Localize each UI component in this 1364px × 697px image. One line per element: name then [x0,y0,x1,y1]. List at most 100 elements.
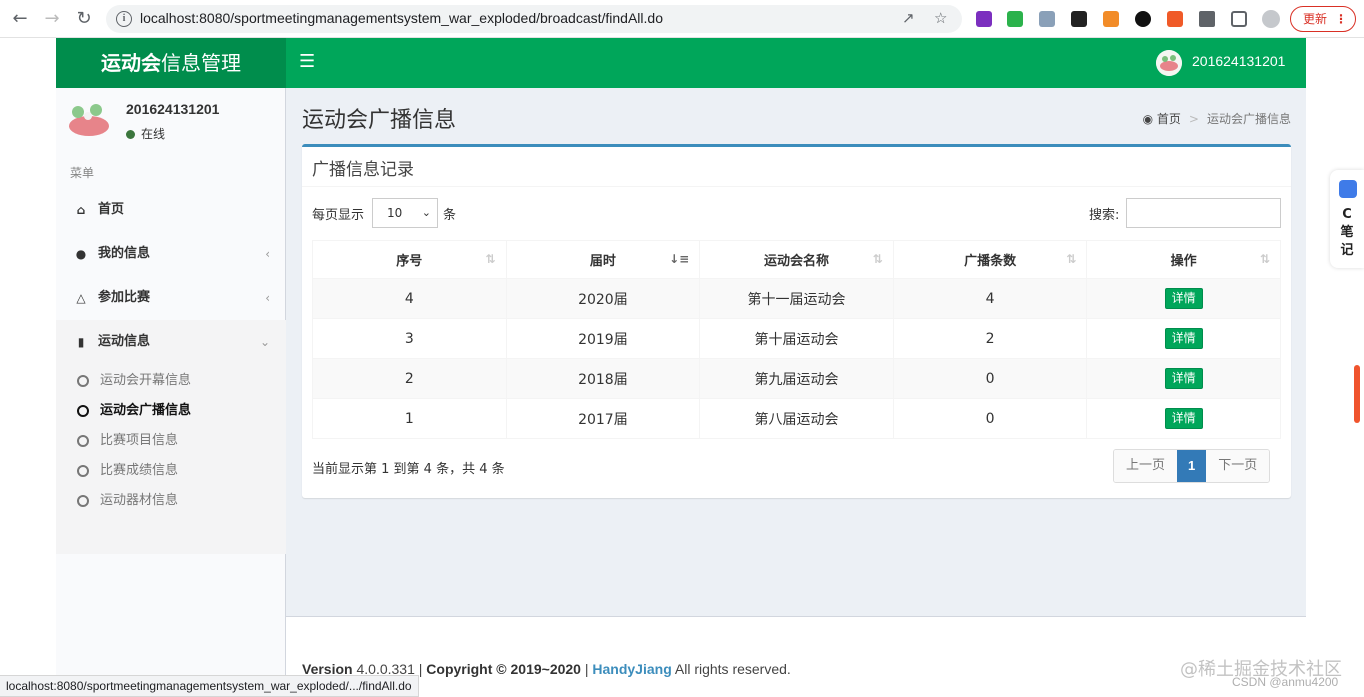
side-panel-icon[interactable] [1231,11,1247,27]
update-button[interactable]: 更新 ⋮ [1290,6,1356,32]
submenu-item-equipment[interactable]: 运动器材信息 [56,486,286,516]
content-wrapper: 运动会广播信息 ◉ 首页 > 运动会广播信息 广播信息记录 每页显示 10 ⌄ 条 搜… [286,88,1306,648]
cell-session: 2017届 [505,398,701,439]
detail-button[interactable]: 详情 [1164,328,1203,349]
url-text[interactable]: localhost:8080/sportmeetingmanagementsys… [140,10,663,26]
submenu-item-broadcast[interactable]: 运动会广播信息 [56,396,286,426]
detail-button[interactable]: 详情 [1164,408,1203,429]
user-panel: 201624131201 在线 [56,88,286,158]
header-label: 运动会名称 [763,254,829,269]
search-input[interactable] [1126,198,1281,228]
column-header-count[interactable]: 广播条数 ⇅ [892,240,1088,279]
sidebar-item-home[interactable]: ⌂ 首页 [56,188,286,232]
circle-icon [77,405,89,417]
extension-chat-icon[interactable] [1007,11,1023,27]
site-info-icon[interactable]: i [116,11,132,27]
next-page-button[interactable]: 下一页 [1206,450,1270,482]
address-bar[interactable]: i localhost:8080/sportmeetingmanagements… [106,5,962,33]
detail-button[interactable]: 详情 [1164,368,1203,389]
page-1-button[interactable]: 1 [1177,450,1207,482]
chevron-down-icon: ⌄ [421,206,431,219]
page-length-label: 每页显示 [312,208,365,223]
sidebar-item-sport-info[interactable]: ▮ 运动信息 ⌄ [56,320,286,364]
detail-button[interactable]: 详情 [1164,288,1203,309]
cell-name: 第八届运动会 [699,398,894,439]
author-link[interactable]: HandyJiang [592,661,671,677]
column-header-action[interactable]: 操作 ⇅ [1086,240,1281,279]
dashboard-icon: ◉ [1142,112,1154,126]
page-length-select[interactable]: 10 ⌄ [372,198,438,228]
bookmark-star-icon[interactable]: ☆ [934,9,947,27]
submenu-item-results[interactable]: 比赛成绩信息 [56,456,286,486]
sidebar-item-my-info[interactable]: ● 我的信息 ‹ [56,232,286,276]
main-header: 运动会信息管理 ☰ 201624131201 [56,38,1306,88]
extensions-puzzle-icon[interactable] [1199,11,1215,27]
breadcrumb-home[interactable]: 首页 [1157,112,1181,126]
cell-no: 4 [312,278,507,319]
cell-session: 2019届 [505,318,701,359]
header-username[interactable]: 201624131201 [1192,53,1285,69]
header-label: 序号 [396,254,423,269]
avatar[interactable] [1156,50,1182,76]
profile-icon[interactable] [1262,10,1280,28]
more-menu-icon: ⋮ [1335,12,1347,26]
cell-count: 0 [892,398,1088,439]
forward-icon[interactable]: → [40,7,64,31]
logo-rest-text: 信息管理 [161,51,241,75]
column-header-no[interactable]: 序号 ⇅ [312,240,507,279]
submenu-label: 运动器材信息 [100,493,179,508]
broadcast-table: 序号 ⇅ 届时 ↓≡ 运动会名称 ⇅ 广播条数 ⇅ 操作 ⇅ 4 2020届 第十一届运动… [312,240,1281,439]
breadcrumb-current: 运动会广播信息 [1206,112,1291,126]
submenu-item-events[interactable]: 比赛项目信息 [56,426,286,456]
extension-infinity-icon[interactable] [1135,11,1151,27]
pagination: 上一页 1 下一页 [1113,449,1271,483]
logo[interactable]: 运动会信息管理 [56,38,286,88]
cell-name: 第九届运动会 [699,358,894,399]
cell-session: 2018届 [505,358,701,399]
share-icon[interactable]: ↗ [902,9,915,27]
sidebar-item-label: 运动信息 [98,334,151,349]
cell-no: 2 [312,358,507,399]
hamburger-menu-icon[interactable]: ☰ [299,51,315,72]
note-logo-icon [1339,180,1357,198]
scrollbar-thumb[interactable] [1354,365,1360,423]
extension-rp-icon[interactable] [976,11,992,27]
column-header-session[interactable]: 届时 ↓≡ [505,240,701,279]
cell-action: 详情 [1086,278,1281,319]
cell-action: 详情 [1086,398,1281,439]
sort-icon: ⇅ [485,252,496,266]
box-title: 广播信息记录 [312,160,414,180]
extension-game-icon[interactable] [1071,11,1087,27]
circle-icon [77,465,89,477]
column-header-name[interactable]: 运动会名称 ⇅ [699,240,894,279]
table-row: 4 2020届 第十一届运动会 4 详情 [312,278,1281,319]
submenu-label: 运动会开幕信息 [100,373,192,388]
cell-no: 3 [312,318,507,359]
cell-action: 详情 [1086,358,1281,399]
table-header-row: 序号 ⇅ 届时 ↓≡ 运动会名称 ⇅ 广播条数 ⇅ 操作 ⇅ [312,240,1281,279]
breadcrumb: ◉ 首页 > 运动会广播信息 [1143,110,1291,127]
extension-vip-icon[interactable] [1103,11,1119,27]
submenu-label: 比赛项目信息 [100,433,179,448]
back-icon[interactable]: ← [8,7,32,31]
sort-icon: ⇅ [872,252,883,266]
footer: Version 4.0.0.331 | Copyright © 2019~202… [286,616,1306,697]
cell-name: 第十届运动会 [699,318,894,359]
extension-image-icon[interactable] [1039,11,1055,27]
page-length-value: 10 [387,206,403,220]
prev-page-button[interactable]: 上一页 [1114,450,1178,482]
note-dock[interactable]: C笔记 [1330,170,1364,268]
online-status: 在线 [126,125,165,142]
reload-icon[interactable]: ↻ [72,7,96,31]
sidebar-username: 201624131201 [126,101,220,117]
submenu-item-opening[interactable]: 运动会开幕信息 [56,366,286,396]
cell-no: 1 [312,398,507,439]
trophy-icon: △ [76,291,86,305]
submenu-label: 运动会广播信息 [100,403,192,418]
copyright: Copyright © 2019~2020 [426,661,581,677]
sidebar-item-label: 参加比赛 [98,290,151,305]
divider [302,186,1291,187]
sidebar-item-competitions[interactable]: △ 参加比赛 ‹ [56,276,286,320]
extension-c-icon[interactable] [1167,11,1183,27]
note-dock-label: C笔记 [1340,207,1354,258]
